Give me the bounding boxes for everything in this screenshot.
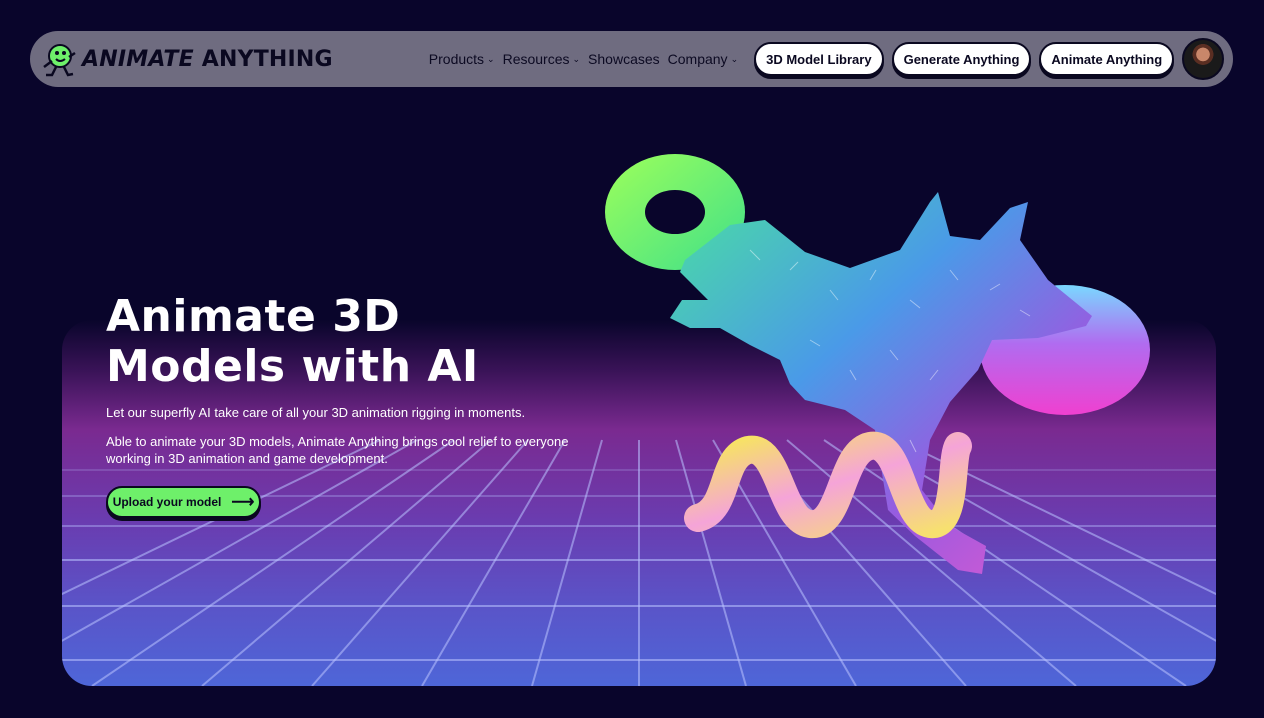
page: ANIMATE ANYTHING Products ⌄ Resources ⌄ … [0,0,1264,718]
arrow-right-icon: ⟶ [231,494,255,511]
top-nav: ANIMATE ANYTHING Products ⌄ Resources ⌄ … [30,31,1233,87]
menu-products-label: Products [428,51,485,67]
brand-wordmark: ANIMATE ANYTHING [82,47,333,72]
hero-description: Able to animate your 3D models, Animate … [106,434,569,466]
chevron-down-icon: ⌄ [730,53,739,64]
menu-company[interactable]: Company ⌄ [668,51,738,67]
hero-subtitle: Let our superfly AI take care of all you… [106,405,526,420]
brand-name-italic: ANIMATE [82,46,194,72]
hero-headline-line-1: Animate 3D [106,291,401,342]
mascot-logo-icon [43,44,76,77]
menu-showcases[interactable]: Showcases [588,51,660,67]
upload-model-button[interactable]: Upload your model ⟶ [106,486,261,518]
hero-3d-illustration [605,154,1150,574]
menu-company-label: Company [667,51,728,67]
chevron-down-icon: ⌄ [572,53,581,64]
brand-name-rest: ANYTHING [193,46,333,72]
brand-logo[interactable]: ANIMATE ANYTHING [38,39,333,79]
generate-anything-button[interactable]: Generate Anything [891,42,1032,76]
hero-headline-line-2: Models with AI [106,341,479,392]
main-menu: Products ⌄ Resources ⌄ Showcases Company… [429,51,746,67]
hero-headline: Animate 3D Models with AI [106,292,576,392]
model-library-button[interactable]: 3D Model Library [754,42,884,76]
animate-anything-button[interactable]: Animate Anything [1039,42,1175,76]
menu-resources[interactable]: Resources ⌄ [503,51,580,67]
menu-showcases-label: Showcases [588,51,660,67]
chevron-down-icon: ⌄ [487,53,495,64]
hero-copy: Animate 3D Models with AI Let our superf… [106,292,576,467]
menu-resources-label: Resources [502,51,570,67]
user-avatar[interactable] [1182,38,1225,80]
upload-model-label: Upload your model [112,495,222,509]
menu-products[interactable]: Products ⌄ [429,51,495,67]
